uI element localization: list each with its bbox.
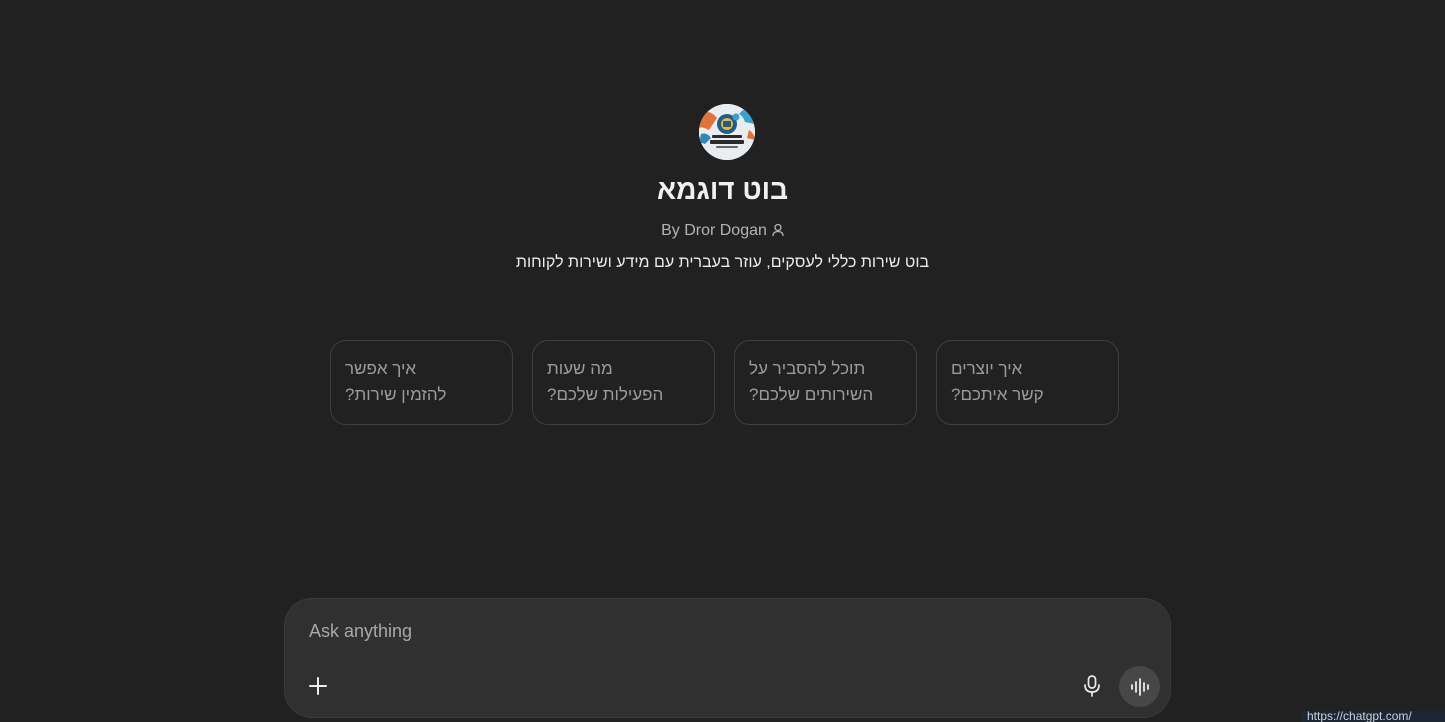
- voice-mode-icon: [1130, 677, 1149, 696]
- bot-title: בוט דוגמא: [656, 174, 788, 205]
- business-assistant-logo-icon: [699, 104, 755, 160]
- suggestion-line: קשר איתכם?: [951, 385, 1044, 404]
- add-attachment-button[interactable]: [303, 671, 333, 701]
- chat-page: בוט דוגמא By Dror Dogan בוט שירות כללי ל…: [0, 0, 1445, 722]
- suggestion-line: השירותים שלכם?: [749, 385, 874, 404]
- person-icon: [772, 223, 784, 242]
- suggestion-card[interactable]: איך אפשר להזמין שירות?: [330, 340, 513, 425]
- suggestion-line: מה שעות: [547, 359, 613, 378]
- suggestion-line: איך אפשר: [345, 359, 417, 378]
- suggestion-card[interactable]: מה שעות הפעילות שלכם?: [532, 340, 715, 425]
- message-composer: [284, 598, 1171, 718]
- plus-icon: [309, 677, 327, 695]
- suggestion-list: איך אפשר להזמין שירות? מה שעות הפעילות ש…: [330, 340, 1119, 425]
- suggestion-line: תוכל להסביר על: [749, 359, 866, 378]
- suggestion-line: איך יוצרים: [951, 359, 1023, 378]
- microphone-icon: [1084, 675, 1100, 697]
- bot-description: בוט שירות כללי לעסקים, עוזר בעברית עם מי…: [515, 254, 930, 271]
- suggestion-line: להזמין שירות?: [345, 385, 447, 404]
- voice-mode-button[interactable]: [1119, 666, 1160, 707]
- status-bar-url: https://chatgpt.com/: [1301, 711, 1445, 722]
- suggestion-card[interactable]: איך יוצרים קשר איתכם?: [936, 340, 1119, 425]
- suggestion-line: הפעילות שלכם?: [547, 385, 664, 404]
- author-byline[interactable]: By Dror Dogan: [0, 222, 1445, 242]
- suggestion-card[interactable]: תוכל להסביר על השירותים שלכם?: [734, 340, 917, 425]
- dictate-button[interactable]: [1077, 671, 1107, 701]
- message-input[interactable]: [307, 615, 1071, 647]
- bot-avatar: [699, 104, 755, 160]
- author-name: By Dror Dogan: [661, 222, 767, 239]
